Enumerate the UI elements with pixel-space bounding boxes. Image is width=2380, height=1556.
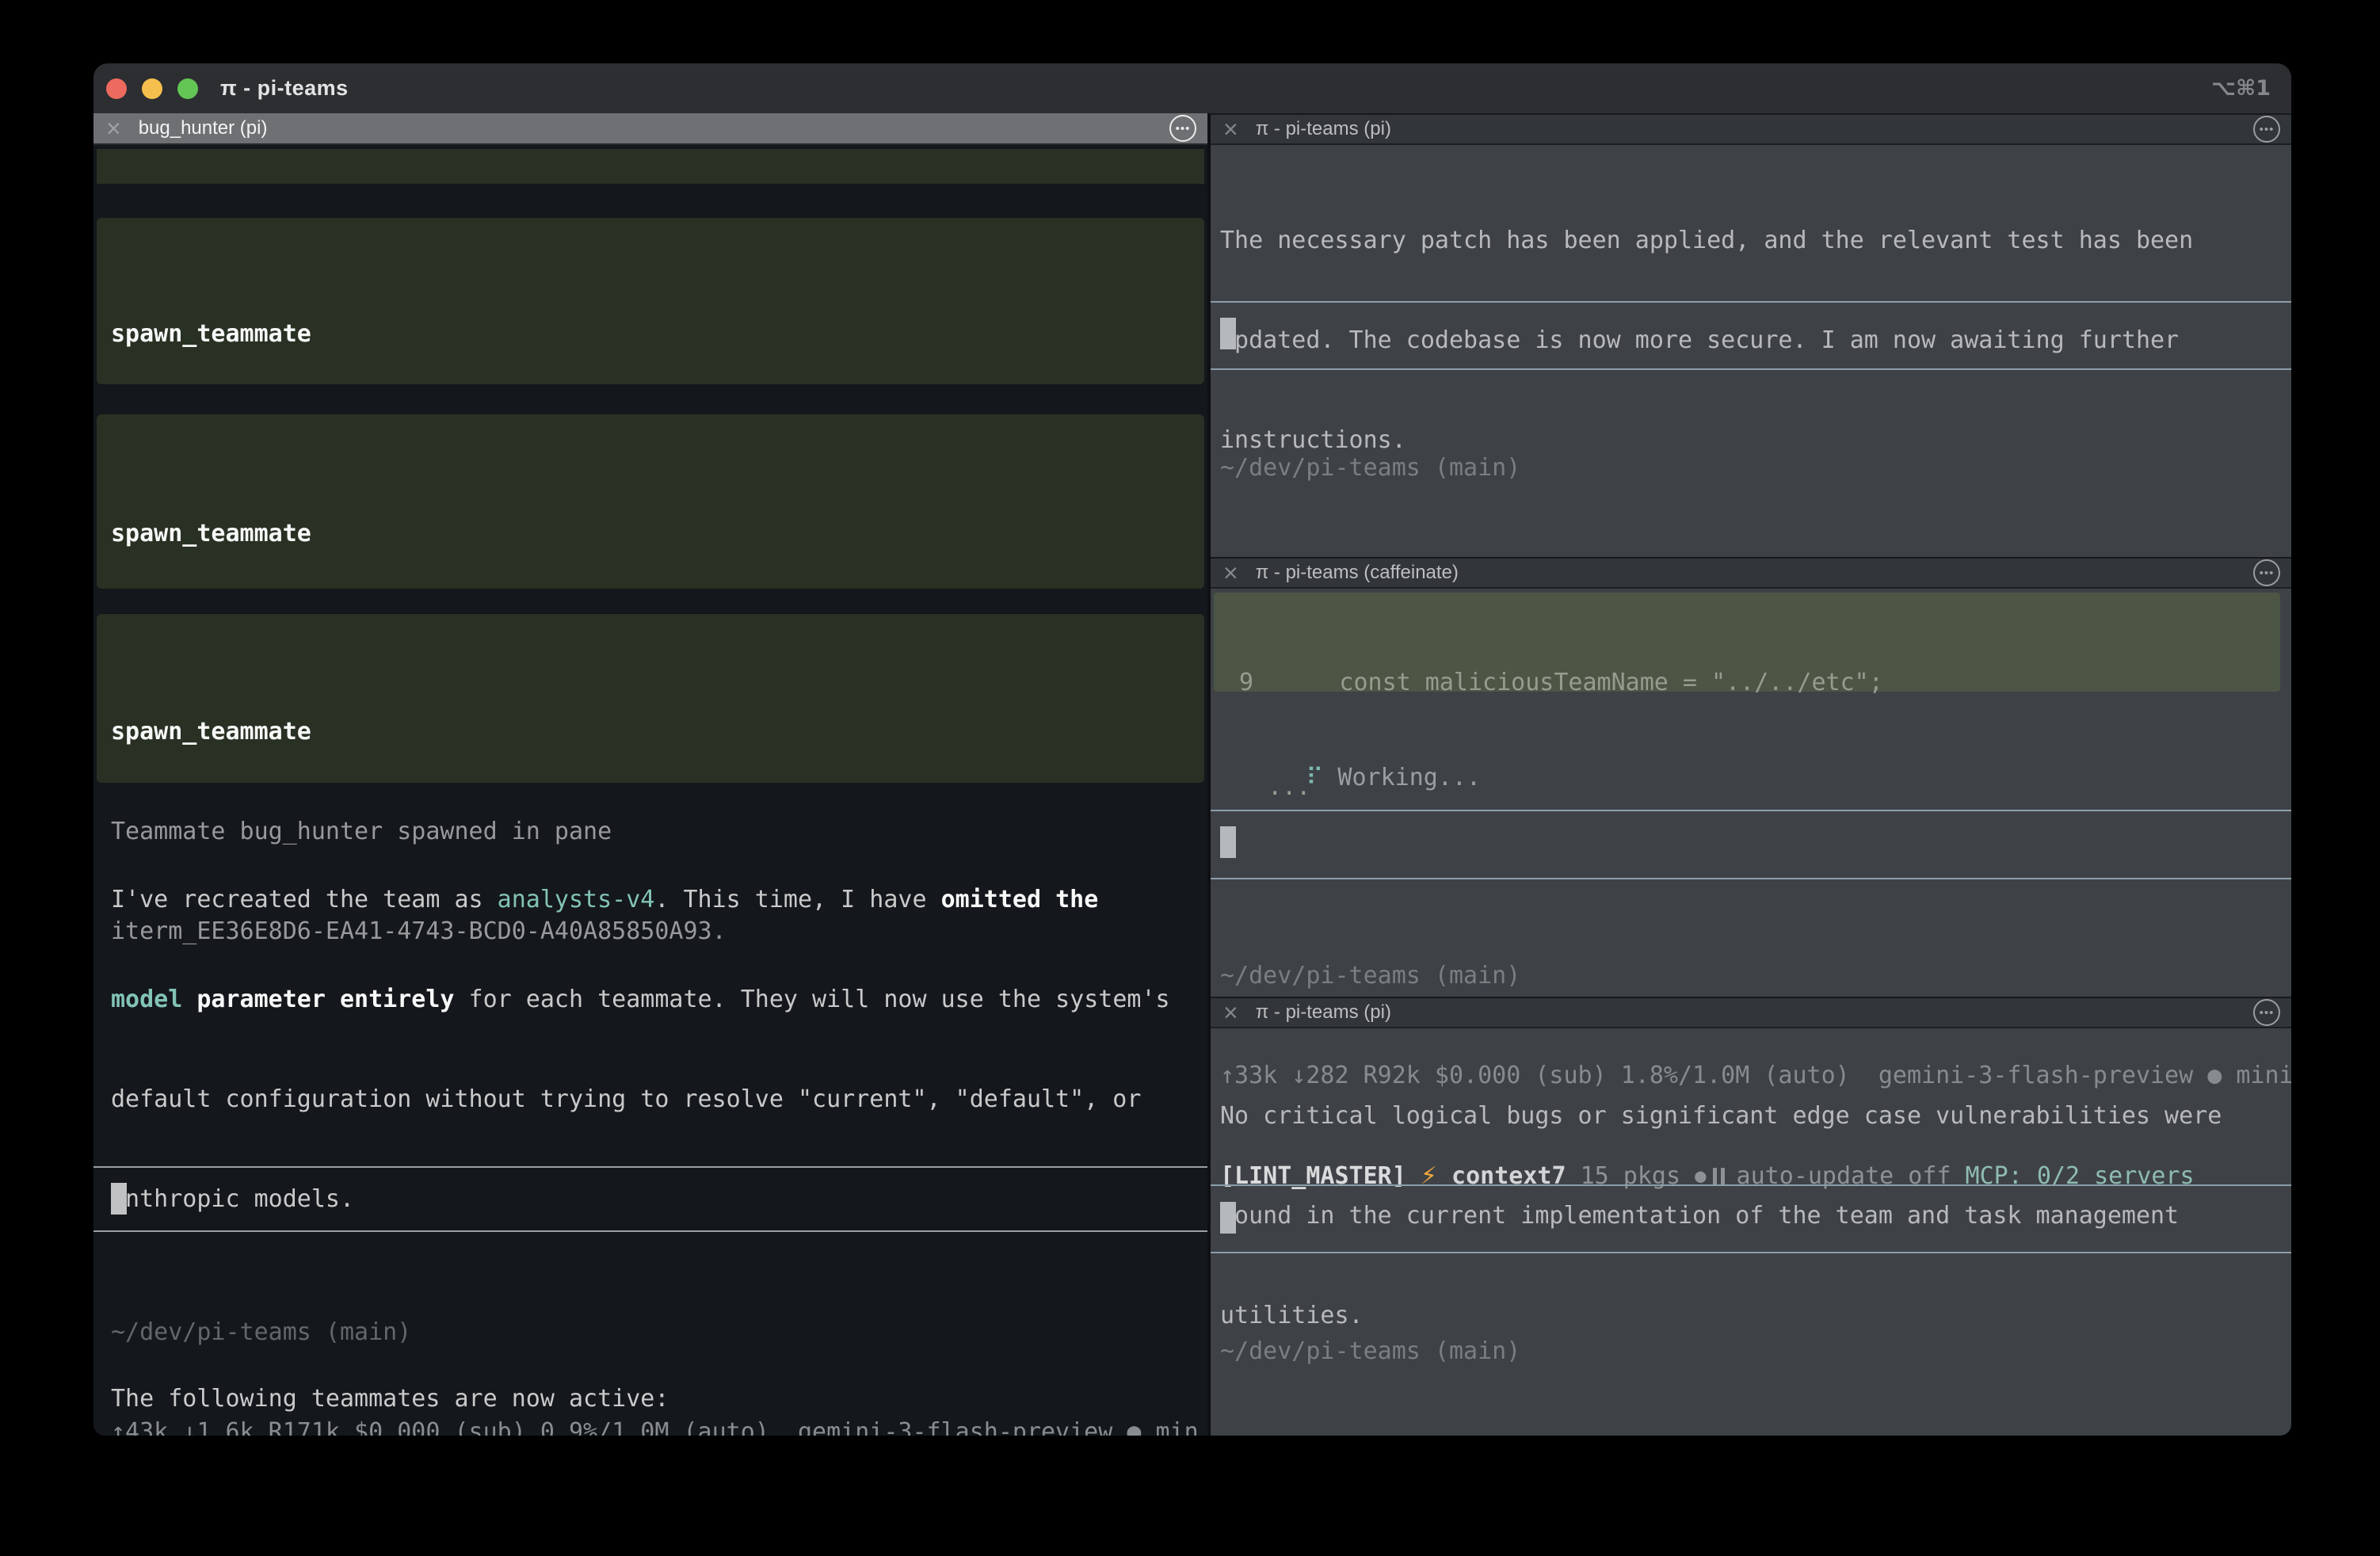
traffic-lights	[106, 78, 198, 99]
close-icon[interactable]: ×	[1223, 1000, 1238, 1025]
tab-label: π - pi-teams (pi)	[1256, 118, 1391, 140]
status-bar: ~/dev/pi-teams (main) ↑83k ↓1.1k R204k $…	[1220, 1268, 2291, 1436]
close-window-button[interactable]	[106, 78, 127, 99]
message-line: found in the current implementation of t…	[1220, 1199, 2291, 1233]
tool-call-spawn-teammate-3: spawn_teammate Teammate bug_hunter spawn…	[97, 614, 1204, 783]
input-divider	[1211, 878, 2291, 879]
message-line: updated. The codebase is now more secure…	[1220, 324, 2291, 357]
tool-call-title: spawn_teammate	[111, 318, 1204, 351]
code-token: analysts-v4	[498, 886, 655, 913]
tool-block-partial	[97, 149, 1204, 184]
code-line: 9 const maliciousTeamName = "../../etc";	[1239, 665, 2280, 700]
message-line: I've recreated the team as analysts-v4. …	[111, 883, 1207, 917]
ellipsis-menu-icon[interactable]: •••	[2253, 559, 2280, 586]
title-bar: π - pi-teams ⌥⌘1	[93, 63, 2291, 113]
tool-call-title: spawn_teammate	[111, 517, 1204, 551]
input-divider	[1211, 368, 2291, 370]
close-icon[interactable]: ×	[1223, 560, 1238, 585]
minimize-window-button[interactable]	[142, 78, 162, 99]
input-divider	[93, 1166, 1207, 1168]
ellipsis-menu-icon[interactable]: •••	[2253, 999, 2280, 1026]
tool-call-spawn-teammate-1: spawn_teammate Teammate security_expert …	[97, 218, 1204, 384]
tab-label: bug_hunter (pi)	[139, 117, 268, 139]
prompt-cursor[interactable]	[1220, 826, 1236, 858]
terminal-window: π - pi-teams ⌥⌘1 × bug_hunter (pi) ••• s…	[93, 63, 2291, 1436]
code-token: model	[111, 986, 182, 1013]
prompt-cursor[interactable]	[1220, 318, 1236, 349]
close-icon[interactable]: ×	[1223, 116, 1238, 142]
input-divider	[1211, 301, 2291, 303]
zoom-window-button[interactable]	[177, 78, 198, 99]
prompt-cursor[interactable]	[1220, 1202, 1236, 1234]
window-title: π - pi-teams	[220, 76, 349, 101]
prompt-cursor[interactable]	[111, 1183, 127, 1215]
status-cwd: ~/dev/pi-teams (main)	[111, 1316, 1207, 1349]
status-metrics: ↑43k ↓1.6k R171k $0.000 (sub) 0.9%/1.0M …	[111, 1416, 1207, 1436]
input-divider	[1211, 810, 2291, 811]
status-cwd: ~/dev/pi-teams (main)	[1220, 959, 2291, 993]
window-shortcut-badge: ⌥⌘1	[2211, 76, 2271, 101]
spinner-icon: ⠏	[1306, 764, 1323, 791]
ellipsis-menu-icon[interactable]: •••	[1169, 115, 1196, 142]
input-divider	[1211, 1184, 2291, 1186]
status-cwd: ~/dev/pi-teams (main)	[1220, 452, 2291, 485]
message-line: Anthropic models.	[111, 1183, 1207, 1216]
status-metrics: ↑83k ↓1.1k R204k $0.000 (sub) 2.3%/1.0M …	[1220, 1435, 2291, 1436]
tab-bug-hunter[interactable]: × bug_hunter (pi) •••	[93, 113, 1207, 145]
ellipsis-menu-icon[interactable]: •••	[2253, 116, 2280, 143]
tool-call-spawn-teammate-2: spawn_teammate Teammate lint_master spaw…	[97, 414, 1204, 589]
message-line: The necessary patch has been applied, an…	[1220, 224, 2291, 257]
message-line: default configuration without trying to …	[111, 1083, 1207, 1116]
code-snippet: 9 const maliciousTeamName = "../../etc";…	[1214, 593, 2280, 692]
tab-label: π - pi-teams (caffeinate)	[1256, 562, 1459, 584]
right-pane-stack: × π - pi-teams (pi) ••• The necessary pa…	[1211, 113, 2291, 1436]
tab-security-expert[interactable]: × π - pi-teams (pi) •••	[1211, 113, 2291, 145]
left-pane: × bug_hunter (pi) ••• spawn_teammate Tea…	[93, 113, 1207, 1436]
working-indicator: ⠏ Working...	[1220, 728, 1481, 828]
tool-call-title: spawn_teammate	[111, 715, 1204, 749]
tab-bug-hunter-report[interactable]: × π - pi-teams (pi) •••	[1211, 997, 2291, 1028]
close-icon[interactable]: ×	[106, 116, 121, 141]
tab-lint-master[interactable]: × π - pi-teams (caffeinate) •••	[1211, 557, 2291, 589]
message-line: No critical logical bugs or significant …	[1220, 1100, 2291, 1133]
tab-label: π - pi-teams (pi)	[1256, 1001, 1391, 1024]
status-cwd: ~/dev/pi-teams (main)	[1220, 1335, 2291, 1368]
message-line: model parameter entirely for each teamma…	[111, 983, 1207, 1016]
input-divider	[93, 1230, 1207, 1232]
input-divider	[1211, 1252, 2291, 1253]
status-bar: ~/dev/pi-teams (main) ↑43k ↓1.6k R171k $…	[111, 1249, 1207, 1436]
